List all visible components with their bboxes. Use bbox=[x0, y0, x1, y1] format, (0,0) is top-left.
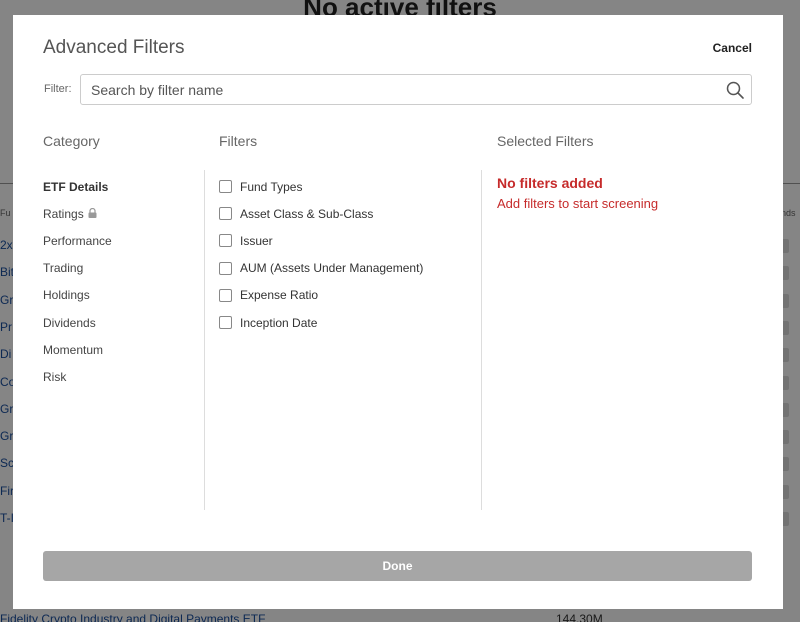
category-column-header: Category bbox=[43, 133, 100, 149]
category-item[interactable]: ETF Details bbox=[43, 173, 112, 200]
filter-checkbox[interactable] bbox=[219, 261, 232, 275]
filter-option-label: Issuer bbox=[240, 233, 273, 248]
search-label: Filter: bbox=[44, 83, 72, 95]
modal-title: Advanced Filters bbox=[43, 37, 185, 58]
category-item-label: Dividends bbox=[43, 315, 96, 330]
category-item-label: Risk bbox=[43, 369, 67, 384]
category-item-label: Holdings bbox=[43, 288, 90, 303]
filter-option-label: AUM (Assets Under Management) bbox=[240, 261, 424, 276]
category-item-label: Performance bbox=[43, 233, 112, 248]
category-item[interactable]: Momentum bbox=[43, 336, 112, 363]
filter-checkbox[interactable] bbox=[219, 234, 232, 248]
category-item-label: Ratings bbox=[43, 206, 84, 221]
filter-checkbox[interactable] bbox=[219, 207, 232, 221]
category-item-label: Momentum bbox=[43, 342, 104, 357]
search-box[interactable] bbox=[80, 74, 752, 105]
selected-filters-column-header: Selected Filters bbox=[497, 133, 594, 149]
lock-icon bbox=[88, 207, 97, 218]
filters-column-header: Filters bbox=[219, 133, 258, 149]
advanced-filters-modal: Advanced Filters Cancel Filter: Category… bbox=[13, 15, 783, 609]
filter-checkbox[interactable] bbox=[219, 180, 232, 194]
category-item[interactable]: Risk bbox=[43, 363, 112, 390]
filter-option[interactable]: Asset Class & Sub-Class bbox=[219, 200, 423, 227]
category-list: ETF Details Ratings Performance Trading Hold… bbox=[43, 173, 112, 391]
category-item[interactable]: Performance bbox=[43, 227, 112, 254]
filter-option[interactable]: AUM (Assets Under Management) bbox=[219, 255, 423, 282]
column-divider-right bbox=[481, 170, 482, 510]
category-item-label: Trading bbox=[43, 261, 84, 276]
category-item[interactable]: Dividends bbox=[43, 309, 112, 336]
no-filters-title: No filters added bbox=[497, 175, 603, 191]
category-item[interactable]: Holdings bbox=[43, 282, 112, 309]
filter-option[interactable]: Fund Types bbox=[219, 173, 423, 200]
filter-option-label: Inception Date bbox=[240, 315, 318, 330]
filter-option[interactable]: Inception Date bbox=[219, 309, 423, 336]
filter-list: Fund Types Asset Class & Sub-Class Issuer A… bbox=[219, 173, 423, 336]
category-item[interactable]: Ratings bbox=[43, 200, 112, 227]
category-item-label: ETF Details bbox=[43, 179, 109, 194]
filter-option[interactable]: Expense Ratio bbox=[219, 282, 423, 309]
filter-option[interactable]: Issuer bbox=[219, 227, 423, 254]
no-filters-message: Add filters to start screening bbox=[497, 196, 659, 211]
search-icon[interactable] bbox=[725, 80, 745, 100]
filter-option-label: Expense Ratio bbox=[240, 288, 319, 303]
category-item[interactable]: Trading bbox=[43, 255, 112, 282]
filter-option-label: Fund Types bbox=[240, 179, 303, 194]
column-divider-left bbox=[204, 170, 205, 510]
filter-checkbox[interactable] bbox=[219, 316, 232, 330]
done-button[interactable]: Done bbox=[43, 551, 752, 581]
cancel-button[interactable]: Cancel bbox=[713, 41, 752, 55]
filter-checkbox[interactable] bbox=[219, 288, 232, 302]
search-input[interactable] bbox=[91, 81, 711, 99]
filter-option-label: Asset Class & Sub-Class bbox=[240, 206, 374, 221]
